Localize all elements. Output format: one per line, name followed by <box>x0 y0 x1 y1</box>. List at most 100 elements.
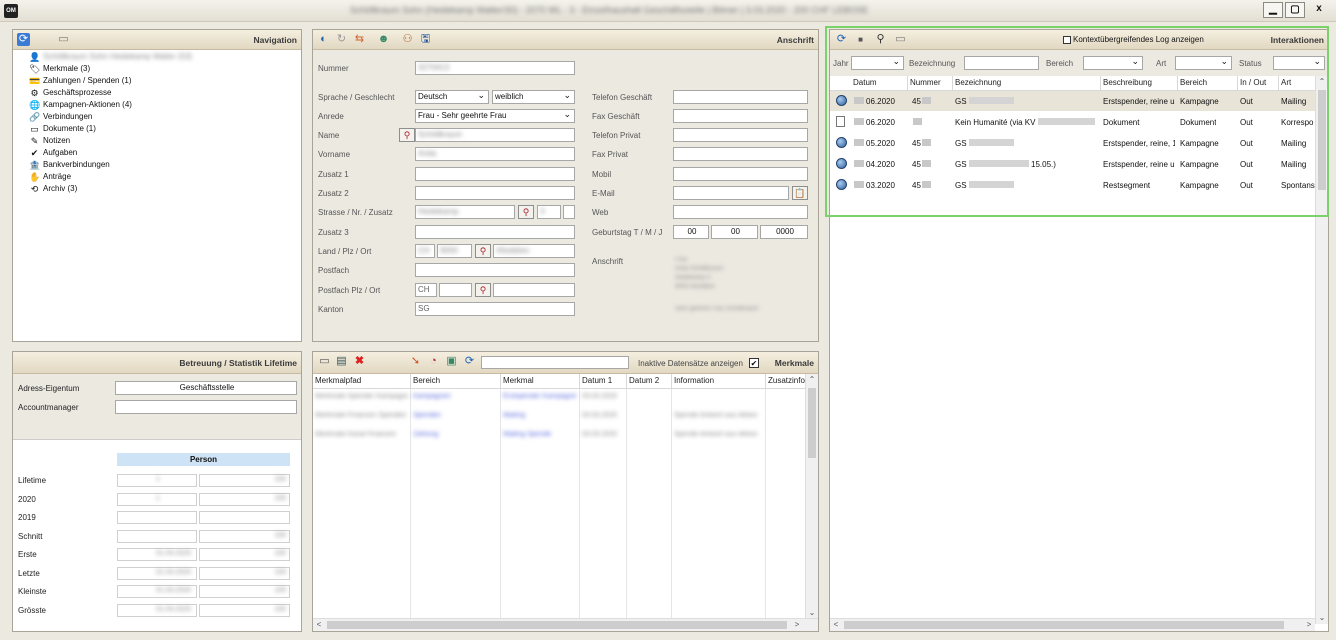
col-merkmalpfad[interactable]: Merkmalpfad <box>315 376 361 385</box>
merkmale-vscroll[interactable]: ⌃ ⌄ <box>805 374 818 619</box>
clipboard-icon[interactable]: 📋 <box>792 186 808 200</box>
hausnr-field[interactable]: 3 <box>537 205 561 219</box>
postfach-land-field[interactable]: CH <box>415 283 437 297</box>
web-field[interactable] <box>673 205 808 219</box>
sidebar-item-8[interactable]: 🏦 Bankverbindungen <box>29 160 110 172</box>
maximize-button[interactable]: ▢ <box>1285 2 1305 18</box>
accountmanager-field[interactable] <box>115 400 297 414</box>
scroll-left-icon[interactable]: < <box>830 619 842 631</box>
hscroll-thumb[interactable] <box>327 621 787 629</box>
merkmale-search-input[interactable] <box>481 356 629 369</box>
col-datum2[interactable]: Datum 2 <box>629 376 659 385</box>
group-icon[interactable]: ⚇ <box>401 33 414 46</box>
postfach-ort-field[interactable] <box>493 283 575 297</box>
merge-icon[interactable]: ⇆ <box>353 33 366 46</box>
zusatz2-field[interactable] <box>415 186 575 200</box>
view-icon[interactable]: ◐ <box>317 33 330 46</box>
stat-label: 2019 <box>18 513 36 522</box>
sidebar-item-0[interactable]: 🏷 Merkmale (3) <box>29 64 90 76</box>
refresh-icon[interactable]: ⟳ <box>17 33 30 46</box>
scroll-right-icon[interactable]: > <box>1303 619 1315 631</box>
land-field[interactable]: CH <box>415 244 435 258</box>
scroll-up-icon[interactable]: ⌃ <box>806 374 818 386</box>
sidebar-item-9[interactable]: ✋ Anträge <box>29 172 71 184</box>
export-icon[interactable]: ▣ <box>445 355 458 368</box>
geschlecht-select[interactable]: weiblich <box>492 90 575 104</box>
mobil-field[interactable] <box>673 167 808 181</box>
land-label: Land / Plz / Ort <box>318 247 372 256</box>
strasse-field[interactable]: Heidekamp <box>415 205 515 219</box>
scroll-left-icon[interactable]: < <box>313 619 325 631</box>
strasse-search-icon[interactable]: ⚲ <box>518 205 534 219</box>
col-zusatzinfo[interactable]: Zusatzinfo <box>768 376 805 385</box>
scroll-down-icon[interactable]: ⌄ <box>1316 612 1328 624</box>
sprache-select[interactable]: Deutsch <box>415 90 489 104</box>
strasse-zusatz-field[interactable] <box>563 205 575 219</box>
interactions-hscroll[interactable]: < > <box>830 618 1315 631</box>
hscroll-thumb[interactable] <box>844 621 1284 629</box>
kanton-field[interactable]: SG <box>415 302 575 316</box>
email-field[interactable] <box>673 186 789 200</box>
betreuung-header: Betreuung / Statistik Lifetime <box>13 352 301 374</box>
postfach-field[interactable] <box>415 263 575 277</box>
sidebar-item-2[interactable]: ⚙ Geschäftsprozesse <box>30 88 111 100</box>
sidebar-item-label: Archiv (3) <box>43 184 78 193</box>
anrede-select[interactable]: Frau - Sehr geehrte Frau <box>415 109 575 123</box>
sidebar-item-4[interactable]: 🔗 Verbindungen <box>29 112 92 124</box>
new-document-icon[interactable]: ▭ <box>318 355 331 368</box>
merkmal-row[interactable]: Merkmale Spender Kampagnen Kampagnen Ersts… <box>313 389 803 407</box>
copy-icon[interactable]: ▤ <box>335 355 348 368</box>
merkmal-row[interactable]: Merkmale Kanal Finanzen Zahlung Mailing Sp… <box>313 427 803 445</box>
plz-search-icon[interactable]: ⚲ <box>475 244 491 258</box>
stat-value-b <box>199 511 290 524</box>
nummer-field[interactable]: 3270413 <box>415 61 575 75</box>
stat-value-b: 100 <box>199 548 290 561</box>
zusatz3-field[interactable] <box>415 225 575 239</box>
plz-field[interactable]: 9000 <box>437 244 472 258</box>
refresh-icon[interactable]: ⟳ <box>463 355 476 368</box>
sidebar-item-6[interactable]: ✎ Notizen <box>31 136 70 148</box>
fax-geschaeft-field[interactable] <box>673 109 808 123</box>
scroll-thumb[interactable] <box>808 388 816 458</box>
document-icon[interactable]: ▭ <box>57 33 70 46</box>
sidebar-item-7[interactable]: ✔ Aufgaben <box>31 148 78 160</box>
postfach-plz-field[interactable] <box>439 283 472 297</box>
geburtstag-tag-field[interactable]: 00 <box>673 225 709 239</box>
sidebar-item-1[interactable]: 💳 Zahlungen / Spenden (1) <box>29 76 132 88</box>
name-search-icon[interactable]: ⚲ <box>399 128 415 142</box>
zusatz1-field[interactable] <box>415 167 575 181</box>
sidebar-item-5[interactable]: ▭ Dokumente (1) <box>30 124 96 136</box>
geburtstag-jahr-field[interactable]: 0000 <box>760 225 808 239</box>
history-icon[interactable]: ◔ <box>427 355 440 368</box>
fax-privat-field[interactable] <box>673 147 808 161</box>
save-icon[interactable]: 🖫 <box>419 33 432 46</box>
sidebar-item-3[interactable]: 🌐 Kampagnen-Aktionen (4) <box>29 100 132 112</box>
ort-field[interactable]: Altstätten <box>493 244 575 258</box>
merkmal-row[interactable]: Merkmale Finanzen Spenden Spenden Mailing 0… <box>313 408 803 426</box>
address-header: ◐ ↻ ⇆ ☻ ⚇ 🖫 Anschrift <box>313 30 818 50</box>
document-icon: ▭ <box>30 124 39 134</box>
minimize-button[interactable]: ▁ <box>1263 2 1283 18</box>
reload-icon[interactable]: ↻ <box>335 33 348 46</box>
tel-geschaeft-field[interactable] <box>673 90 808 104</box>
address-title: Anschrift <box>776 35 814 45</box>
delete-icon[interactable]: ✖ <box>353 355 366 368</box>
users-icon[interactable]: ☻ <box>377 33 390 46</box>
name-field[interactable]: Schöllkraum <box>415 128 575 142</box>
tel-privat-field[interactable] <box>673 128 808 142</box>
col-datum1[interactable]: Datum 1 <box>582 376 612 385</box>
geburtstag-monat-field[interactable]: 00 <box>711 225 758 239</box>
col-bereich[interactable]: Bereich <box>413 376 440 385</box>
filter-icon[interactable]: ➘ <box>409 355 422 368</box>
col-merkmal[interactable]: Merkmal <box>503 376 534 385</box>
sidebar-item-10[interactable]: ⟲ Archiv (3) <box>31 184 78 196</box>
scroll-right-icon[interactable]: > <box>791 619 803 631</box>
vorname-field[interactable]: Anita <box>415 147 575 161</box>
close-button[interactable]: x <box>1309 2 1329 18</box>
adress-eigentum-field[interactable]: Geschäftsstelle <box>115 381 297 395</box>
col-information[interactable]: Information <box>674 376 714 385</box>
inactive-checkbox[interactable]: ✔ <box>749 358 759 368</box>
tree-root[interactable]: 👤 Schöllkraum Sohn Heidekamp Walter (53) <box>29 52 192 64</box>
merkmale-hscroll[interactable]: < > <box>313 618 818 631</box>
postfach-search-icon[interactable]: ⚲ <box>475 283 491 297</box>
